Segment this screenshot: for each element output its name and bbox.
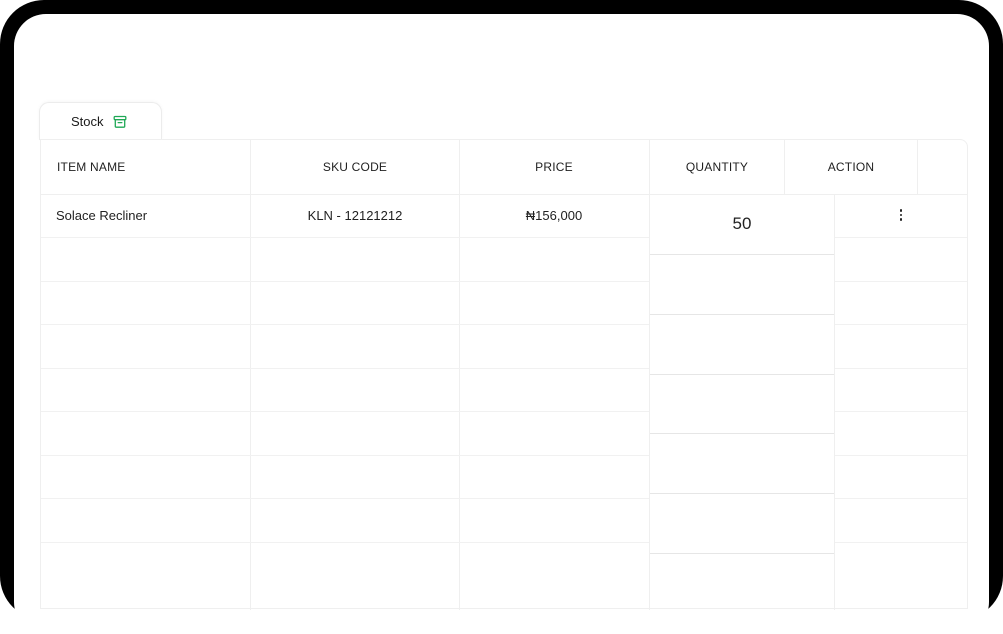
row-divider — [41, 324, 649, 325]
archive-box-icon — [113, 115, 127, 129]
row-divider — [835, 411, 967, 412]
cell-price: ₦156,000 — [525, 208, 583, 223]
row-divider — [835, 542, 967, 543]
header-action: ACTION — [827, 160, 875, 174]
header-item-name: ITEM NAME — [57, 160, 126, 174]
row-divider — [650, 314, 834, 315]
row-divider — [650, 493, 834, 494]
row-divider — [835, 368, 967, 369]
screen: Stock ITEM NAME SKU CODE PRICE QUANTITY … — [14, 14, 989, 634]
device-frame: Stock ITEM NAME SKU CODE PRICE QUANTITY … — [0, 0, 1003, 634]
row-divider — [650, 553, 834, 554]
row-divider — [41, 542, 649, 543]
row-divider — [41, 411, 649, 412]
quantity-input[interactable]: 50 — [650, 200, 834, 248]
row-divider — [835, 281, 967, 282]
header-quantity: QUANTITY — [685, 160, 749, 174]
row-divider — [650, 254, 834, 255]
kebab-dot — [899, 209, 903, 212]
cell-item-name: Solace Recliner — [56, 208, 148, 223]
row-actions-menu[interactable] — [891, 205, 911, 225]
row-divider — [835, 237, 967, 238]
row-divider — [835, 455, 967, 456]
stock-table: ITEM NAME SKU CODE PRICE QUANTITY ACTION — [40, 139, 968, 610]
tab-stock-label: Stock — [71, 114, 104, 129]
row-divider — [835, 324, 967, 325]
row-divider — [41, 281, 649, 282]
kebab-dot — [899, 213, 903, 217]
row-divider — [41, 498, 649, 499]
row-divider — [41, 368, 649, 369]
column-divider — [834, 194, 835, 610]
column-divider — [917, 140, 918, 194]
cell-sku-code: KLN - 12121212 — [307, 208, 403, 223]
header-sku-code: SKU CODE — [322, 160, 388, 174]
tab-stock[interactable]: Stock — [39, 102, 162, 140]
header-price: PRICE — [535, 160, 573, 174]
row-divider — [835, 498, 967, 499]
row-divider — [41, 237, 649, 238]
kebab-dot — [899, 218, 903, 221]
column-divider — [784, 140, 785, 194]
row-divider — [650, 374, 834, 375]
row-divider — [41, 455, 649, 456]
row-divider — [650, 433, 834, 434]
